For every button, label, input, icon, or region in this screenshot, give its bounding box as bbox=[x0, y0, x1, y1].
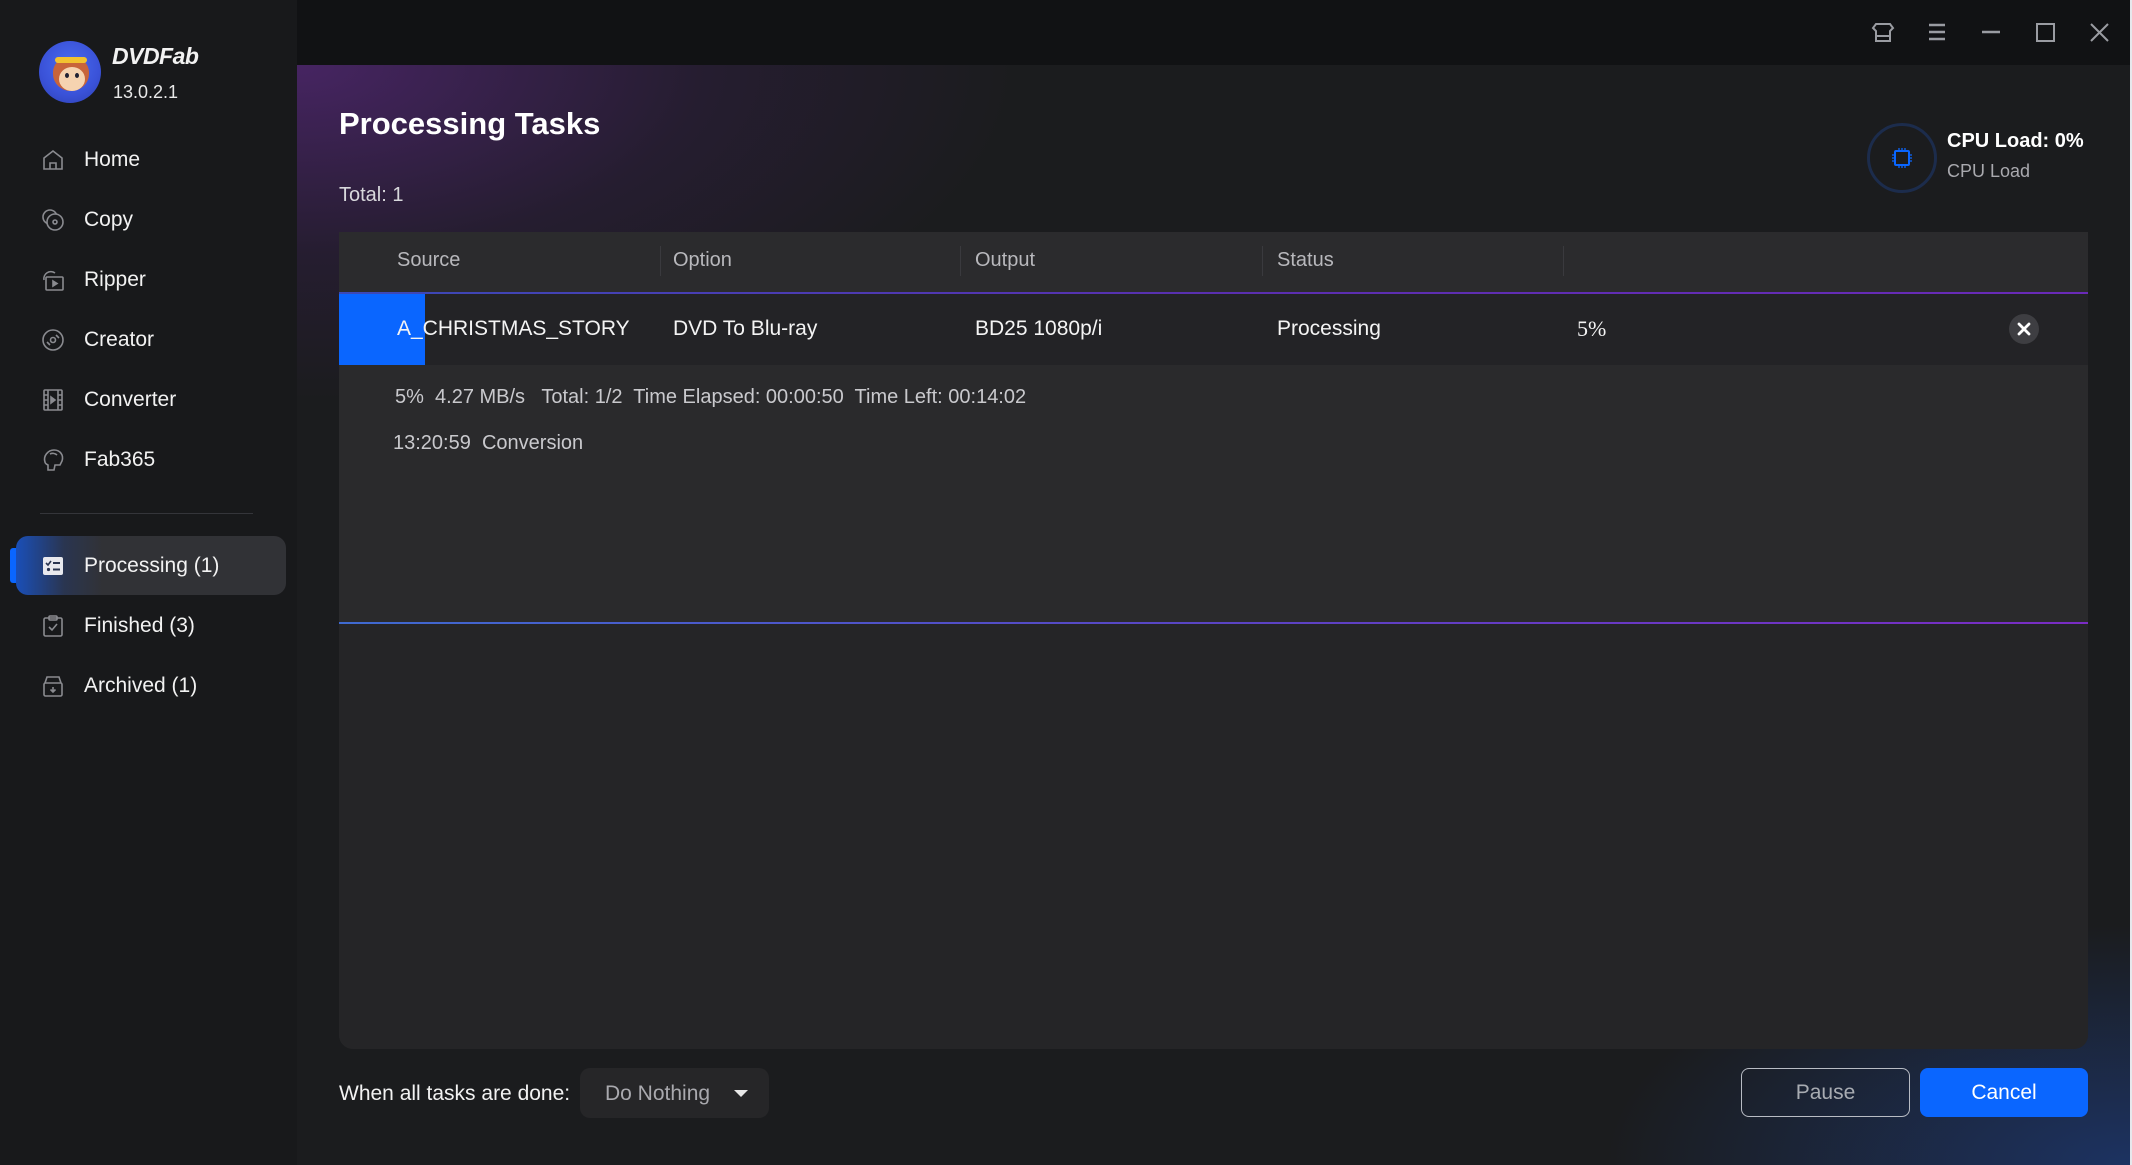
sidebar-item-creator[interactable]: Creator bbox=[16, 317, 286, 363]
ripper-icon bbox=[43, 270, 64, 291]
creator-disc-icon bbox=[42, 329, 64, 351]
table-row[interactable]: A_CHRISTMAS_STORY DVD To Blu-ray BD25 10… bbox=[339, 294, 2088, 365]
home-icon bbox=[43, 149, 63, 170]
app-brand: DVDFab bbox=[112, 43, 199, 69]
sidebar-item-label: Processing (1) bbox=[84, 553, 220, 577]
cpu-load-indicator bbox=[1867, 123, 1937, 193]
task-percent: 5% bbox=[1577, 316, 1607, 341]
sidebar-divider bbox=[40, 513, 253, 514]
task-progress-details: 5% 4.27 MB/s Total: 1/2 Time Elapsed: 00… bbox=[395, 386, 1027, 408]
sidebar-item-label: Creator bbox=[84, 328, 155, 351]
maximize-icon bbox=[2036, 23, 2055, 42]
task-list-icon bbox=[43, 556, 63, 575]
sidebar-item-label: Finished (3) bbox=[84, 614, 195, 637]
cpu-load-label: CPU Load bbox=[1947, 161, 2031, 181]
close-icon bbox=[2090, 23, 2109, 42]
fab365-icon bbox=[43, 449, 64, 471]
menu-icon bbox=[1929, 23, 1945, 41]
task-log-line: 13:20:59 Conversion bbox=[393, 432, 584, 454]
column-header-option: Option bbox=[673, 249, 732, 271]
sidebar-item-fab365[interactable]: Fab365 bbox=[16, 437, 286, 483]
task-status: Processing bbox=[1277, 317, 1381, 340]
dvdfab-window: DVDFab 13.0.2.1 Home Copy Ripper Creator… bbox=[0, 0, 2130, 1165]
pause-button[interactable]: Pause bbox=[1741, 1068, 1910, 1117]
sidebar-item-label: Home bbox=[84, 148, 141, 171]
cpu-load-value: CPU Load: 0% bbox=[1947, 130, 2084, 152]
menu-button[interactable] bbox=[1921, 16, 1953, 48]
task-details: 5% 4.27 MB/s Total: 1/2 Time Elapsed: 00… bbox=[339, 365, 2088, 623]
table-header: Source Option Output Status bbox=[339, 232, 2088, 292]
sidebar-item-processing[interactable]: Processing (1) bbox=[16, 536, 286, 595]
cpu-chip-icon bbox=[1892, 148, 1912, 168]
skin-icon bbox=[1871, 23, 1895, 42]
sidebar-item-label: Converter bbox=[84, 388, 177, 411]
sidebar-item-finished[interactable]: Finished (3) bbox=[16, 603, 286, 649]
task-source: A_CHRISTMAS_STORY bbox=[397, 317, 630, 340]
column-separator bbox=[660, 246, 661, 276]
copy-disc-icon bbox=[42, 209, 64, 231]
maximize-button[interactable] bbox=[2029, 16, 2061, 48]
when-done-dropdown[interactable]: Do Nothing bbox=[580, 1068, 769, 1118]
remove-task-button[interactable] bbox=[2009, 314, 2039, 344]
sidebar-item-label: Ripper bbox=[84, 268, 146, 291]
column-separator bbox=[1563, 246, 1564, 276]
dvdfab-logo-icon bbox=[39, 41, 101, 103]
column-header-output: Output bbox=[975, 249, 1036, 271]
sidebar-item-archived[interactable]: Archived (1) bbox=[16, 663, 286, 709]
page-title: Processing Tasks bbox=[339, 106, 601, 141]
empty-area bbox=[339, 624, 2088, 1049]
clipboard-check-icon bbox=[43, 615, 63, 637]
archive-box-icon bbox=[43, 676, 63, 697]
column-separator bbox=[960, 246, 961, 276]
task-option: DVD To Blu-ray bbox=[673, 317, 818, 340]
skin-button[interactable] bbox=[1867, 16, 1899, 48]
sidebar-item-label: Fab365 bbox=[84, 448, 156, 471]
column-separator bbox=[1262, 246, 1263, 276]
minimize-button[interactable] bbox=[1975, 16, 2007, 48]
minimize-icon bbox=[1982, 30, 2000, 34]
sidebar-item-label: Archived (1) bbox=[84, 674, 198, 697]
when-done-label: When all tasks are done: bbox=[339, 1082, 571, 1105]
task-output: BD25 1080p/i bbox=[975, 317, 1103, 340]
sidebar-item-home[interactable]: Home bbox=[16, 137, 286, 183]
sidebar: DVDFab 13.0.2.1 Home Copy Ripper Creator… bbox=[0, 0, 297, 1165]
sidebar-item-ripper[interactable]: Ripper bbox=[16, 257, 286, 303]
app-version: 13.0.2.1 bbox=[113, 82, 179, 102]
sidebar-item-converter[interactable]: Converter bbox=[16, 377, 286, 423]
column-header-source: Source bbox=[397, 249, 461, 271]
close-icon bbox=[2017, 322, 2031, 336]
film-icon bbox=[43, 389, 63, 411]
sidebar-item-copy[interactable]: Copy bbox=[16, 197, 286, 243]
total-count: Total: 1 bbox=[339, 184, 404, 206]
column-header-status: Status bbox=[1277, 249, 1334, 271]
close-window-button[interactable] bbox=[2083, 16, 2115, 48]
cancel-button[interactable]: Cancel bbox=[1920, 1068, 2088, 1117]
chevron-down-icon bbox=[734, 1090, 748, 1097]
sidebar-item-label: Copy bbox=[84, 208, 134, 231]
task-table: Source Option Output Status A_CHRISTMAS_… bbox=[339, 232, 2088, 1049]
title-bar bbox=[297, 0, 2130, 65]
when-done-value: Do Nothing bbox=[605, 1082, 711, 1105]
